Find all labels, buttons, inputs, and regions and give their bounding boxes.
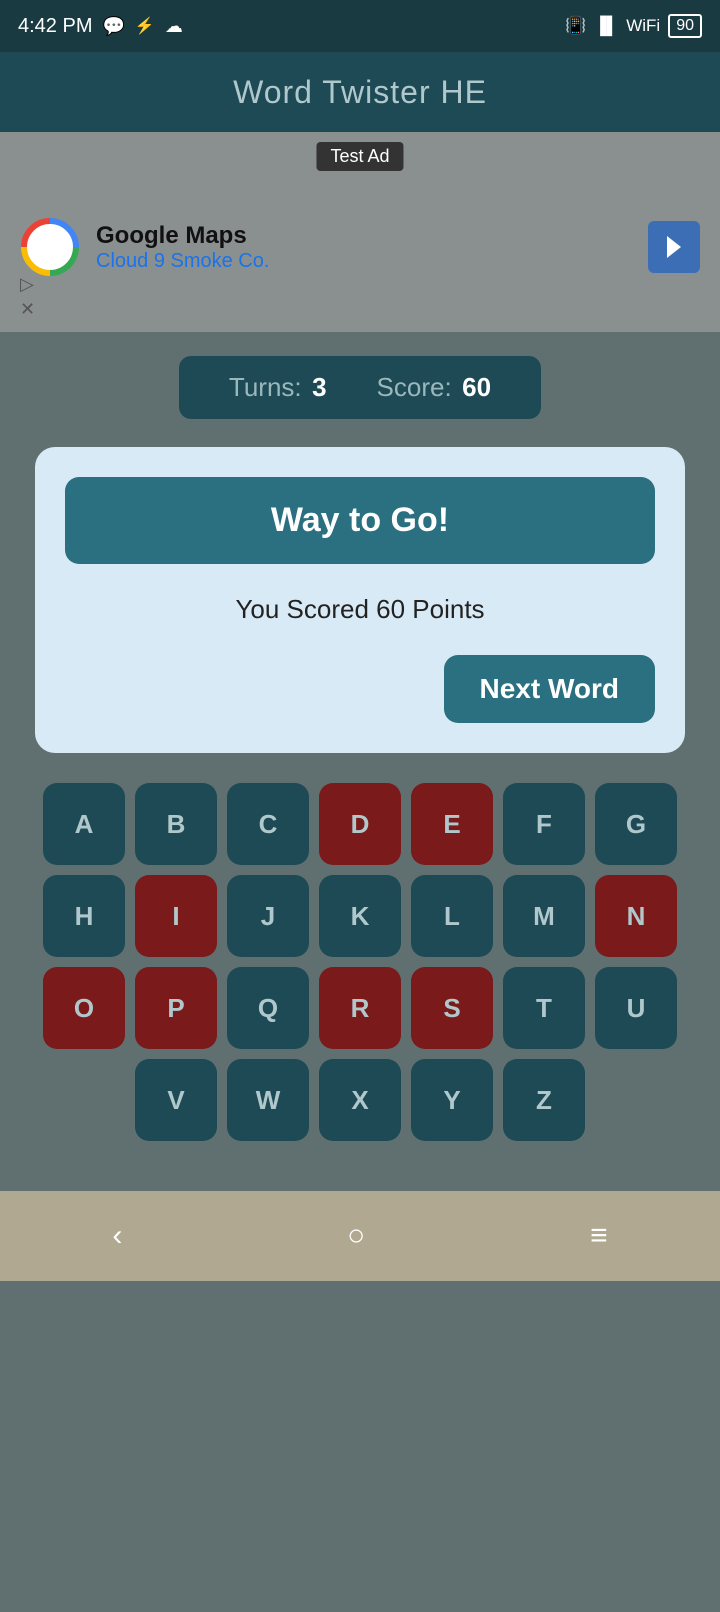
key-n[interactable]: N bbox=[595, 875, 677, 957]
next-word-button[interactable]: Next Word bbox=[444, 655, 656, 723]
keyboard-row-4: V W X Y Z bbox=[10, 1059, 710, 1141]
keyboard-row-3: O P Q R S T U bbox=[10, 967, 710, 1049]
key-m[interactable]: M bbox=[503, 875, 585, 957]
ad-bottom-icons: ▷ ✕ bbox=[20, 274, 35, 320]
key-y[interactable]: Y bbox=[411, 1059, 493, 1141]
ad-banner: Test Ad Google Maps Cloud 9 Smoke Co. ▷ … bbox=[0, 132, 720, 332]
key-u[interactable]: U bbox=[595, 967, 677, 1049]
key-f[interactable]: F bbox=[503, 783, 585, 865]
key-s[interactable]: S bbox=[411, 967, 493, 1049]
next-word-row: Next Word bbox=[65, 655, 655, 723]
key-r[interactable]: R bbox=[319, 967, 401, 1049]
ad-text-block: Google Maps Cloud 9 Smoke Co. bbox=[96, 222, 269, 273]
score-text: Score: bbox=[377, 372, 452, 402]
ad-play-icon: ▷ bbox=[20, 274, 35, 295]
ad-nav-icon[interactable] bbox=[648, 221, 700, 273]
status-right: 📳 ▐▌ WiFi 90 bbox=[565, 14, 702, 38]
google-maps-icon bbox=[20, 217, 80, 277]
key-z[interactable]: Z bbox=[503, 1059, 585, 1141]
key-q[interactable]: Q bbox=[227, 967, 309, 1049]
battery-indicator: 90 bbox=[668, 14, 702, 38]
keyboard-row-2: H I J K L M N bbox=[10, 875, 710, 957]
modal-area: Way to Go! You Scored 60 Points Next Wor… bbox=[0, 437, 720, 773]
usb-icon: ⚡ bbox=[135, 16, 155, 36]
key-t[interactable]: T bbox=[503, 967, 585, 1049]
key-i[interactable]: I bbox=[135, 875, 217, 957]
wifi-icon: WiFi bbox=[626, 16, 660, 36]
modal-card: Way to Go! You Scored 60 Points Next Wor… bbox=[35, 447, 685, 753]
key-b[interactable]: B bbox=[135, 783, 217, 865]
score-label: Score: 60 bbox=[377, 372, 492, 403]
home-button[interactable]: ○ bbox=[347, 1219, 365, 1253]
nav-arrow-icon bbox=[659, 232, 689, 262]
key-a[interactable]: A bbox=[43, 783, 125, 865]
keyboard-area: A B C D E F G H I J K L M N O P Q R S T … bbox=[0, 773, 720, 1141]
key-x[interactable]: X bbox=[319, 1059, 401, 1141]
vibrate-icon: 📳 bbox=[565, 16, 586, 36]
score-box: Turns: 3 Score: 60 bbox=[179, 356, 541, 419]
app-title: Word Twister HE bbox=[233, 74, 487, 111]
cloud-icon: ☁ bbox=[165, 16, 183, 37]
key-g[interactable]: G bbox=[595, 783, 677, 865]
status-bar: 4:42 PM 💬 ⚡ ☁ 📳 ▐▌ WiFi 90 bbox=[0, 0, 720, 52]
way-to-go-text: Way to Go! bbox=[271, 501, 449, 539]
key-p[interactable]: P bbox=[135, 967, 217, 1049]
key-k[interactable]: K bbox=[319, 875, 401, 957]
score-bar: Turns: 3 Score: 60 bbox=[0, 332, 720, 437]
key-e[interactable]: E bbox=[411, 783, 493, 865]
ad-company-title: Google Maps bbox=[96, 222, 269, 250]
app-header: Word Twister HE bbox=[0, 52, 720, 132]
signal-icon: ▐▌ bbox=[594, 16, 618, 36]
nav-bar: ‹ ○ ≡ bbox=[0, 1191, 720, 1281]
menu-button[interactable]: ≡ bbox=[590, 1219, 608, 1253]
scored-text: You Scored 60 Points bbox=[65, 594, 655, 625]
status-left: 4:42 PM 💬 ⚡ ☁ bbox=[18, 15, 183, 38]
key-v[interactable]: V bbox=[135, 1059, 217, 1141]
way-to-go-banner: Way to Go! bbox=[65, 477, 655, 564]
next-word-label: Next Word bbox=[480, 673, 620, 704]
turns-text: Turns: bbox=[229, 372, 302, 402]
key-l[interactable]: L bbox=[411, 875, 493, 957]
key-c[interactable]: C bbox=[227, 783, 309, 865]
key-o[interactable]: O bbox=[43, 967, 125, 1049]
back-button[interactable]: ‹ bbox=[112, 1219, 122, 1253]
key-d[interactable]: D bbox=[319, 783, 401, 865]
turns-label: Turns: 3 bbox=[229, 372, 327, 403]
ad-content: Google Maps Cloud 9 Smoke Co. bbox=[20, 217, 269, 277]
keyboard-row-1: A B C D E F G bbox=[10, 783, 710, 865]
turns-value: 3 bbox=[312, 372, 326, 402]
status-time: 4:42 PM bbox=[18, 15, 92, 38]
key-w[interactable]: W bbox=[227, 1059, 309, 1141]
key-h[interactable]: H bbox=[43, 875, 125, 957]
battery-value: 90 bbox=[676, 17, 694, 34]
score-value: 60 bbox=[462, 372, 491, 402]
ad-company-subtitle: Cloud 9 Smoke Co. bbox=[96, 250, 269, 273]
whatsapp-icon: 💬 bbox=[102, 16, 124, 37]
key-j[interactable]: J bbox=[227, 875, 309, 957]
ad-label: Test Ad bbox=[316, 142, 403, 171]
ad-close-icon: ✕ bbox=[20, 299, 35, 320]
